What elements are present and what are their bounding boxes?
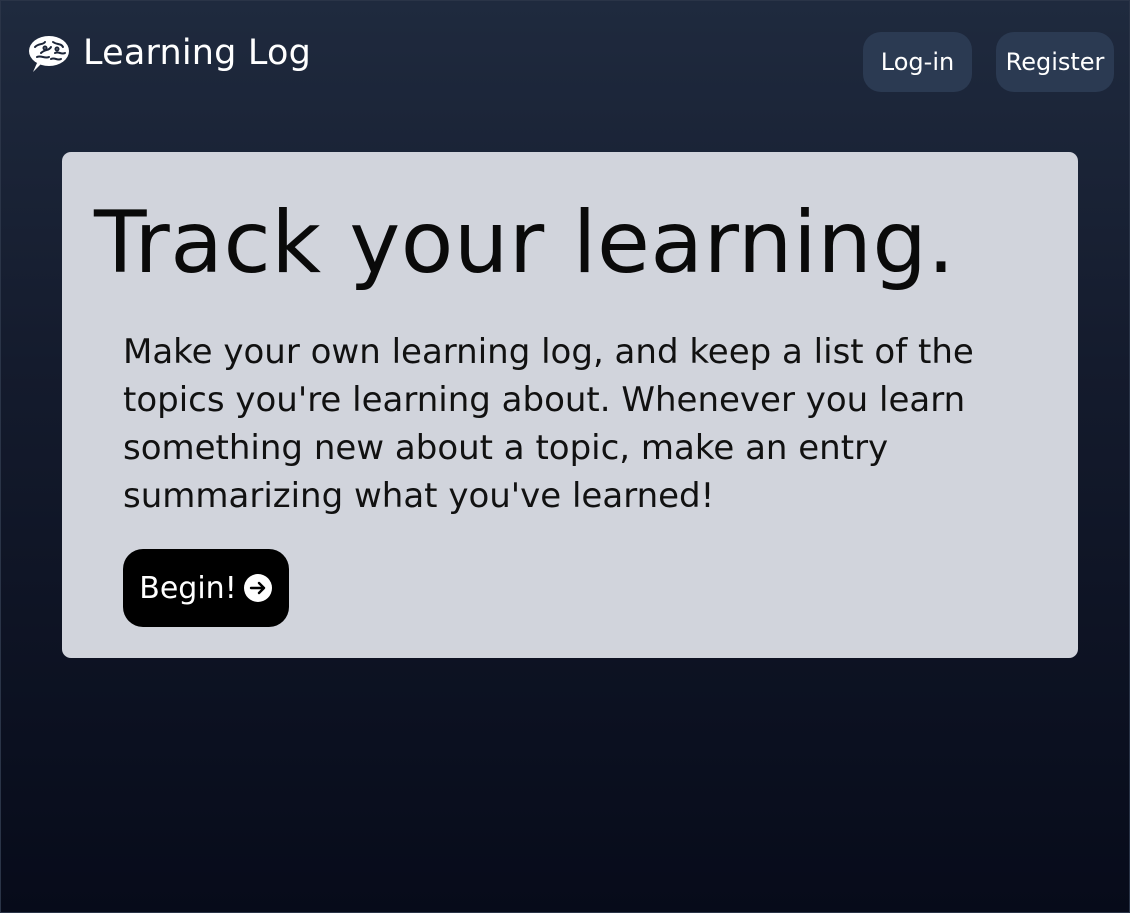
- brand-link[interactable]: Learning Log: [27, 33, 311, 73]
- hero-card: Track your learning. Make your own learn…: [62, 152, 1078, 658]
- arrow-right-circle-icon: [243, 573, 273, 603]
- login-button[interactable]: Log-in: [863, 32, 972, 92]
- navbar: Learning Log Log-in Register: [1, 1, 1130, 121]
- brain-icon: [27, 33, 71, 73]
- brand-title: Learning Log: [83, 33, 311, 73]
- hero-title: Track your learning.: [94, 193, 956, 293]
- register-button[interactable]: Register: [996, 32, 1114, 92]
- begin-button-label: Begin!: [139, 570, 237, 606]
- hero-description: Make your own learning log, and keep a l…: [123, 332, 974, 516]
- begin-button[interactable]: Begin!: [123, 549, 289, 627]
